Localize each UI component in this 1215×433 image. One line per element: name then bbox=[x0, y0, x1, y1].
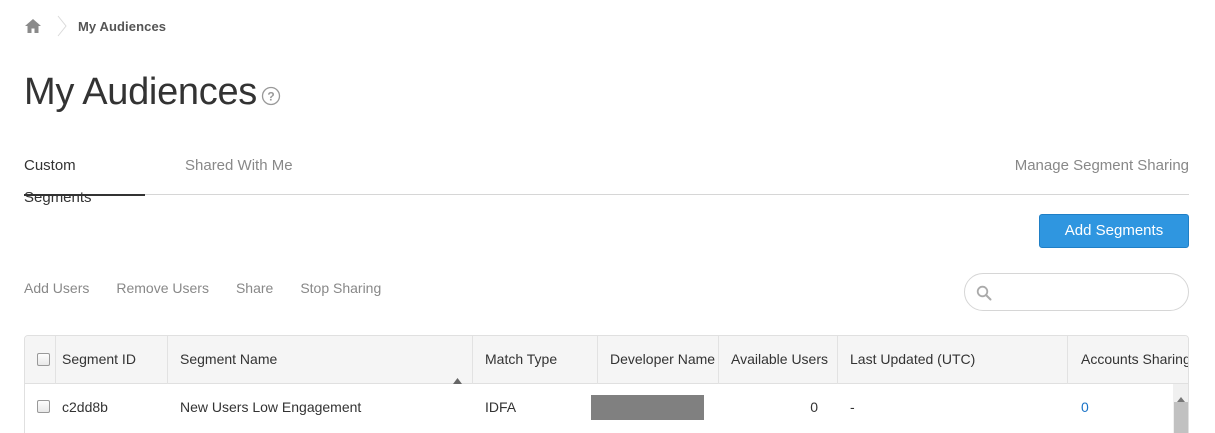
segment-id-cell: c2dd8b bbox=[62, 399, 108, 415]
column-header-match-type[interactable]: Match Type bbox=[473, 336, 598, 384]
add-segments-button[interactable]: Add Segments bbox=[1039, 214, 1189, 248]
add-users-action[interactable]: Add Users bbox=[24, 280, 89, 296]
column-header-available-users[interactable]: Available Users bbox=[719, 336, 838, 384]
breadcrumb: My Audiences bbox=[24, 14, 166, 38]
column-header-developer-name[interactable]: Developer Name bbox=[598, 336, 719, 384]
search-input[interactable] bbox=[999, 279, 1179, 305]
scroll-up-arrow-icon[interactable] bbox=[1177, 389, 1185, 402]
available-users-cell: 0 bbox=[810, 399, 818, 415]
row-checkbox[interactable] bbox=[37, 400, 50, 413]
tab-bar: Custom Segments Shared With Me Manage Se… bbox=[24, 150, 1189, 206]
column-header-last-updated[interactable]: Last Updated (UTC) bbox=[838, 336, 1068, 384]
table-header: Segment ID Segment Name Match Type Devel… bbox=[25, 336, 1188, 384]
page-title: My Audiences bbox=[24, 71, 257, 113]
accounts-sharing-link[interactable]: 0 bbox=[1068, 384, 1089, 430]
segment-name-cell: New Users Low Engagement bbox=[180, 399, 362, 415]
page-header: My Audiences ? bbox=[24, 68, 281, 116]
home-icon[interactable] bbox=[24, 17, 42, 35]
column-header-accounts-sharing[interactable]: Accounts Sharing bbox=[1068, 336, 1188, 384]
chevron-right-icon bbox=[56, 15, 68, 37]
segments-table: Segment ID Segment Name Match Type Devel… bbox=[24, 335, 1189, 433]
column-header-segment-name[interactable]: Segment Name bbox=[168, 336, 473, 384]
sort-ascending-icon bbox=[453, 356, 462, 384]
stop-sharing-action[interactable]: Stop Sharing bbox=[300, 280, 381, 296]
tab-shared-with-me[interactable]: Shared With Me bbox=[185, 150, 293, 195]
match-type-cell: IDFA bbox=[485, 399, 517, 415]
remove-users-action[interactable]: Remove Users bbox=[116, 280, 209, 296]
search-icon bbox=[976, 285, 992, 301]
share-action[interactable]: Share bbox=[236, 280, 273, 296]
column-header-segment-id[interactable]: Segment ID bbox=[56, 336, 168, 384]
last-updated-cell: - bbox=[850, 399, 855, 415]
scrollbar-thumb[interactable] bbox=[1174, 402, 1188, 433]
table-row[interactable]: c2dd8b New Users Low Engagement IDFA 0 -… bbox=[25, 384, 1188, 430]
column-header-label: Segment Name bbox=[180, 351, 278, 367]
tab-custom-segments[interactable]: Custom Segments bbox=[24, 150, 145, 206]
help-circle-icon[interactable]: ? bbox=[261, 86, 281, 106]
manage-segment-sharing-link[interactable]: Manage Segment Sharing bbox=[1015, 150, 1189, 182]
select-all-checkbox[interactable] bbox=[37, 353, 50, 366]
developer-name-redacted bbox=[591, 395, 704, 420]
svg-text:?: ? bbox=[267, 90, 274, 104]
search-box[interactable] bbox=[964, 273, 1189, 311]
header-checkbox-cell bbox=[25, 336, 56, 384]
bulk-actions: Add Users Remove Users Share Stop Sharin… bbox=[24, 280, 381, 296]
table-scrollbar[interactable] bbox=[1173, 384, 1188, 433]
breadcrumb-current: My Audiences bbox=[78, 18, 167, 34]
